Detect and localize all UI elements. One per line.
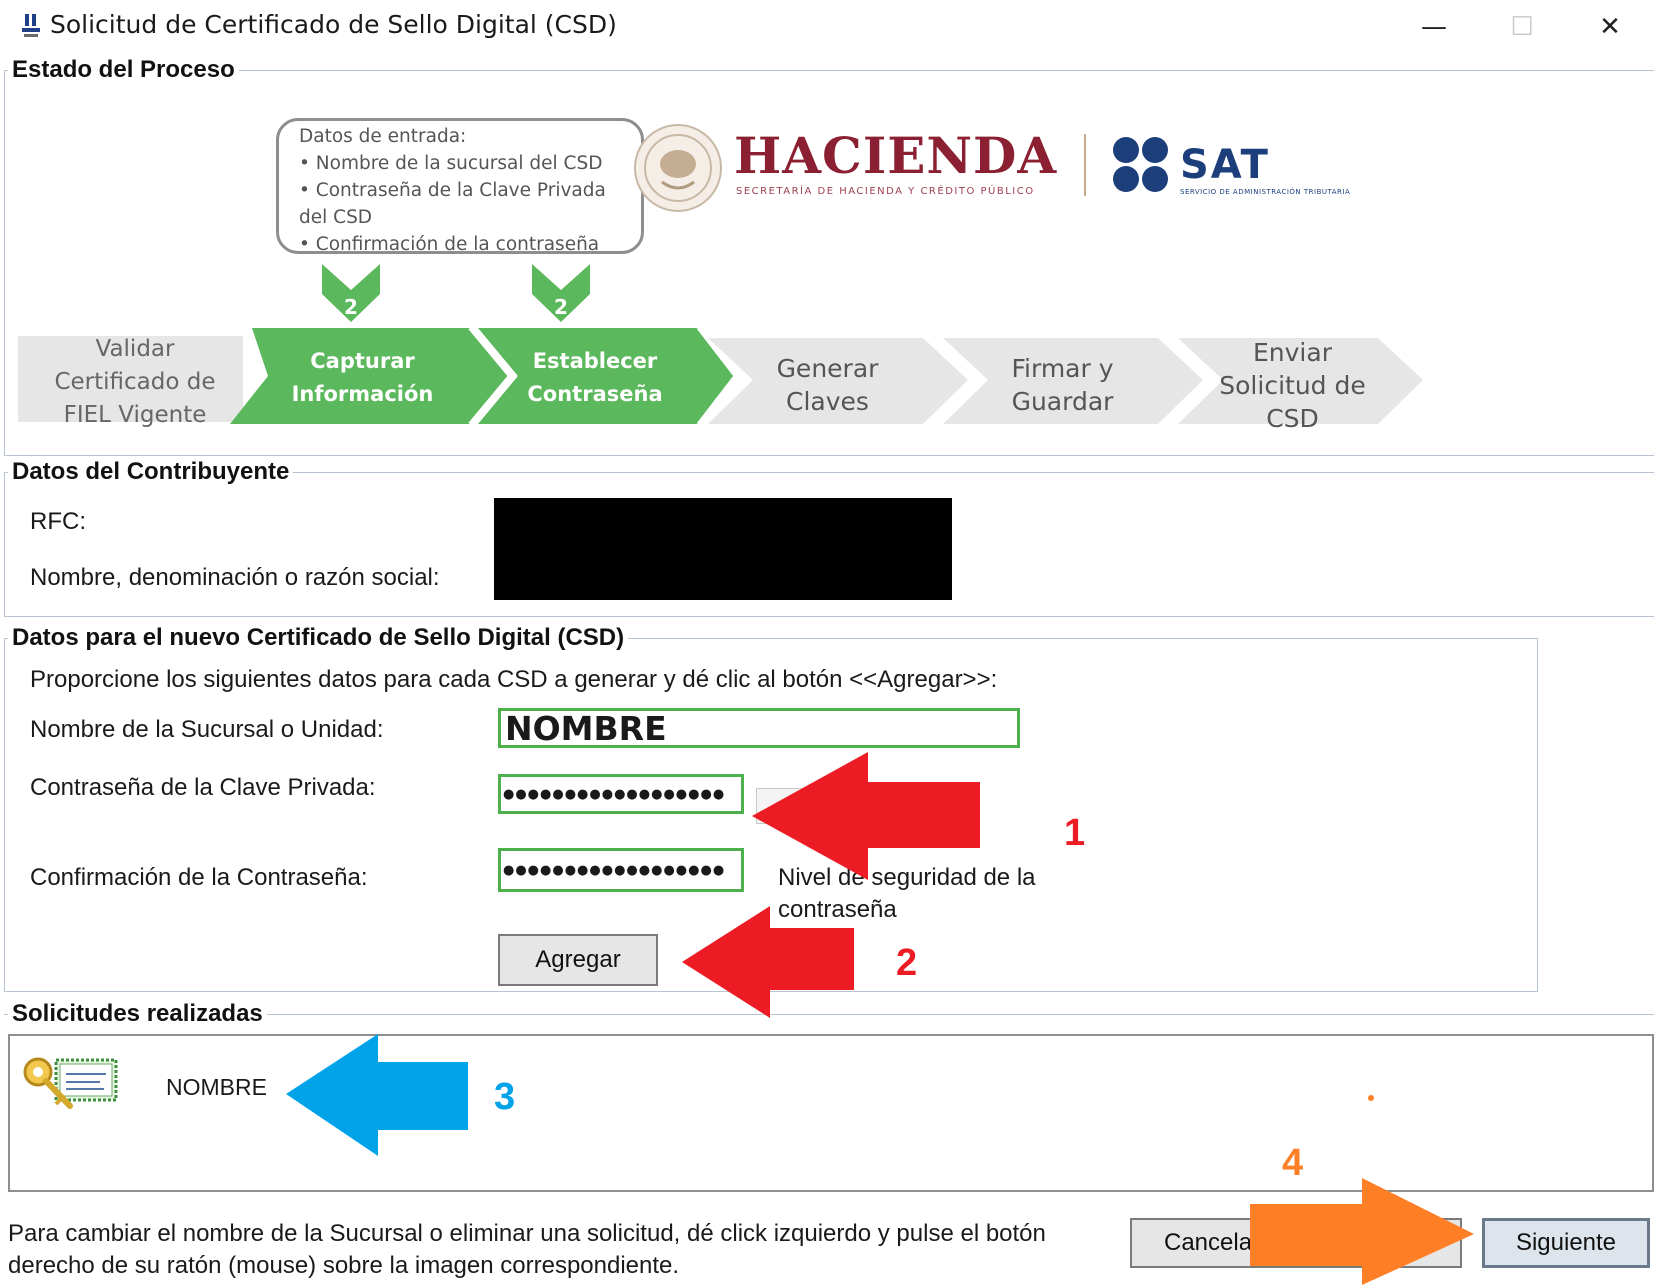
callout-title: Datos de entrada: [299,126,467,147]
hacienda-logo-text: HACIENDA [734,126,1058,185]
solicitud-item-name[interactable]: NOMBRE [166,1074,267,1101]
annotation-number-3: 3 [494,1076,516,1118]
rfc-label: RFC: [30,508,86,535]
badge-establecer: 2 [532,264,590,322]
close-icon: ✕ [1599,12,1621,42]
callout-item: • Confirmación de la contraseña [299,234,600,255]
sucursal-input[interactable]: NOMBRE [498,708,1020,748]
blue-arrow-3-icon [286,1034,468,1156]
solicitudes-list [8,1034,1654,1192]
agregar-button[interactable]: Agregar [498,934,658,986]
footer-help-text-2: derecho de su ratón (mouse) sobre la ima… [8,1252,680,1279]
step-generar: Generar Claves [776,354,879,416]
callout-item: • Nombre de la sucursal del CSD [299,153,603,174]
step-enviar: Enviar Solicitud de CSD [1219,337,1366,433]
certificate-key-icon[interactable] [20,1054,122,1114]
confirm-input[interactable]: ●●●●●●●●●●●●●●●●●● [498,848,744,892]
annotation-number-1: 1 [1064,812,1086,854]
app-icon [22,14,40,37]
footer-help-text-1: Para cambiar el nombre de la Sucursal o … [8,1220,1046,1247]
close-button[interactable]: ✕ [1566,0,1654,54]
siguiente-button[interactable]: Siguiente [1482,1218,1650,1268]
csd-instructions: Proporcione los siguientes datos para ca… [30,666,998,693]
step-validar: Validar Certificado de FIEL Vigente [54,335,216,428]
redacted-block [494,498,952,600]
badge-number: 2 [344,295,358,319]
red-arrow-2-icon [682,906,854,1018]
step-firmar: Firmar y Guardar [1011,354,1114,416]
nombre-label: Nombre, denominación o razón social: [30,564,440,591]
maximize-button[interactable]: ☐ [1478,0,1566,54]
solicitudes-legend: Solicitudes realizadas [8,1000,267,1028]
badge-capturar: 2 [322,264,380,322]
minimize-icon: — [1421,12,1447,42]
step-establecer: Establecer Contraseña [527,349,663,406]
datos-entrada-callout: Datos de entrada: • Nombre de la sucursa… [276,118,644,255]
mexico-seal-logo [634,124,722,212]
maximize-icon: ☐ [1510,12,1534,42]
step-capturar: Capturar Información [291,349,434,406]
sat-logo-subtitle: SERVICIO DE ADMINISTRACIÓN TRIBUTARIA [1180,188,1351,196]
annotation-number-2: 2 [896,942,918,984]
password-label: Contraseña de la Clave Privada: [30,774,376,801]
minimize-button[interactable]: — [1390,0,1478,54]
nuevo-csd-legend: Datos para el nuevo Certificado de Sello… [8,624,629,652]
password-input[interactable]: ●●●●●●●●●●●●●●●●●● [498,774,744,814]
window-title: Solicitud de Certificado de Sello Digita… [50,10,617,39]
sat-logo-text: SAT [1180,142,1270,188]
estado-proceso-legend: Estado del Proceso [8,56,239,84]
hacienda-logo-subtitle: SECRETARÍA DE HACIENDA Y CRÉDITO PÚBLICO [736,186,1035,197]
confirm-label: Confirmación de la Contraseña: [30,864,368,891]
logo-divider [1084,134,1086,196]
orange-dot-marker [1368,1095,1374,1101]
badge-number: 2 [554,295,568,319]
red-arrow-1-icon [752,752,980,880]
sat-logo-icon [1113,137,1168,192]
orange-arrow-4-icon [1250,1178,1474,1285]
callout-item: • Contraseña de la Clave Privada del CSD [299,180,606,228]
contribuyente-legend: Datos del Contribuyente [8,458,294,486]
sucursal-label: Nombre de la Sucursal o Unidad: [30,716,384,743]
